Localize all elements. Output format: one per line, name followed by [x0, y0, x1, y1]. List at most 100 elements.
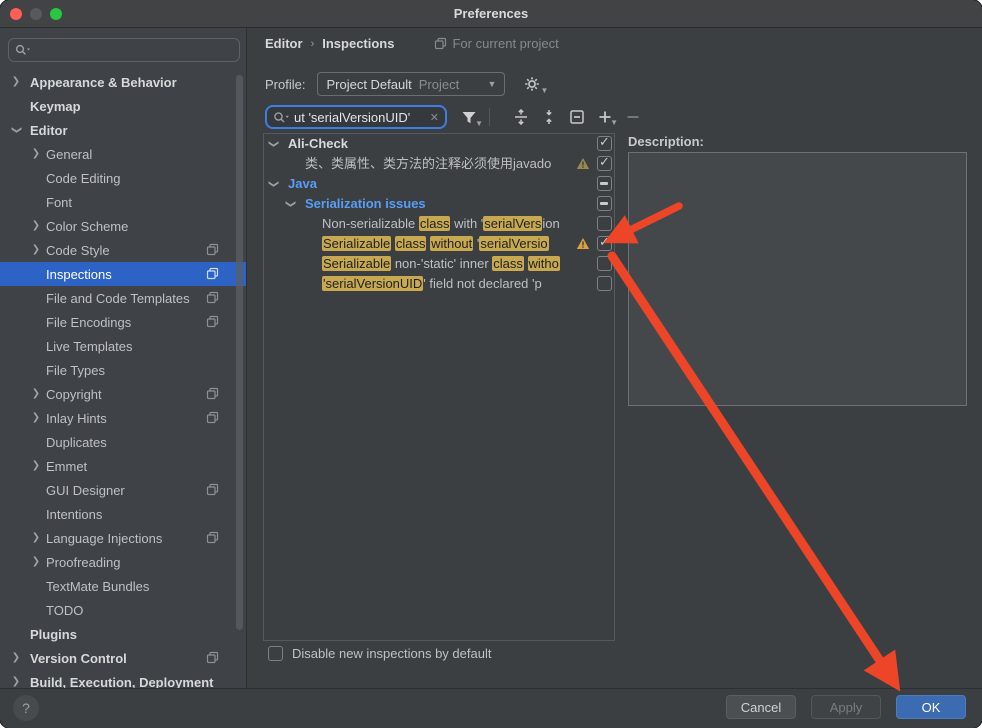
add-inspection-button[interactable]: ▼ — [598, 110, 612, 124]
sidebar-item-emmet[interactable]: ❯Emmet — [0, 454, 246, 478]
sidebar-item-textmate-bundles[interactable]: TextMate Bundles — [0, 574, 246, 598]
breadcrumb-editor[interactable]: Editor — [265, 36, 303, 51]
chevron-down-icon: ▼ — [541, 86, 549, 95]
chevron-right-icon: ❯ — [31, 533, 41, 543]
inspection-checkbox-empty[interactable] — [597, 216, 612, 231]
tree-row-group-java[interactable]: ❯Java — [264, 174, 614, 194]
sidebar-item-todo[interactable]: TODO — [0, 598, 246, 622]
sidebar-item-label: Appearance & Behavior — [30, 75, 177, 90]
inspection-label: Serializable non-'static' inner class wi… — [322, 254, 572, 274]
sidebar-item-language-injections[interactable]: ❯ Language Injections — [0, 526, 246, 550]
collapse-all-button[interactable] — [541, 109, 557, 125]
per-project-icon — [206, 651, 219, 664]
sidebar-item-intentions[interactable]: Intentions — [0, 502, 246, 526]
chevron-down-icon: ❯ — [268, 139, 278, 149]
tree-row-insp-serializable-class-without-uid[interactable]: Serializable class without 'serialVersio — [264, 234, 614, 254]
inspections-page: Editor › Inspections For current project… — [247, 28, 982, 688]
sidebar-item-appearance-behavior[interactable]: ❯ Appearance & Behavior — [0, 70, 246, 94]
sidebar-item-version-control[interactable]: ❯Version Control — [0, 646, 246, 670]
sidebar-item-label: TODO — [46, 603, 83, 618]
chevron-right-icon: ❯ — [31, 557, 41, 567]
sidebar-item-label: Code Editing — [46, 171, 120, 186]
sidebar-item-inlay-hints[interactable]: ❯Inlay Hints — [0, 406, 246, 430]
sidebar-item-label: Code Style — [46, 243, 110, 258]
sidebar-item-font[interactable]: Font — [0, 190, 246, 214]
chevron-down-icon: ▼ — [610, 118, 618, 127]
expand-all-button[interactable] — [513, 109, 529, 125]
per-project-icon — [206, 483, 219, 496]
disable-new-inspections-checkbox[interactable] — [268, 646, 283, 661]
profile-scope-hint: Project — [419, 77, 459, 92]
dialog-footer: ? Cancel Apply OK — [0, 688, 982, 728]
remove-inspection-button[interactable] — [626, 110, 640, 124]
sidebar-item-label: Editor — [30, 123, 68, 138]
disable-new-inspections-label: Disable new inspections by default — [292, 646, 491, 661]
sidebar-item-plugins[interactable]: Plugins — [0, 622, 246, 646]
inspection-checkbox-dash[interactable] — [597, 196, 612, 211]
inspection-checkbox-checked[interactable] — [597, 156, 612, 171]
settings-search-input[interactable] — [8, 38, 240, 62]
per-project-icon — [206, 387, 219, 400]
inspection-checkbox-empty[interactable] — [597, 256, 612, 271]
inspection-label: Serialization issues — [305, 194, 572, 214]
sidebar-item-label: General — [46, 147, 92, 162]
inspections-search-input[interactable]: ut 'serialVersionUID' ✕ — [265, 105, 447, 129]
sidebar-item-build-execution-deployment[interactable]: ❯Build, Execution, Deployment — [0, 670, 246, 688]
sidebar-item-file-types[interactable]: File Types — [0, 358, 246, 382]
window-title: Preferences — [0, 6, 982, 21]
chevron-down-icon: ❯ — [11, 125, 21, 135]
apply-button[interactable]: Apply — [811, 695, 881, 719]
help-button[interactable]: ? — [13, 695, 39, 721]
sidebar-item-code-editing[interactable]: Code Editing — [0, 166, 246, 190]
cancel-button[interactable]: Cancel — [726, 695, 796, 719]
profile-row: Profile: Project Default Project ▼ ▼ — [265, 72, 541, 96]
inspection-checkbox-checked[interactable] — [597, 136, 612, 151]
inspection-checkbox-dash[interactable] — [597, 176, 612, 191]
inspection-checkbox-checked[interactable] — [597, 236, 612, 251]
sidebar-item-code-style[interactable]: ❯Code Style — [0, 238, 246, 262]
sidebar-item-label: Build, Execution, Deployment — [30, 675, 213, 689]
filter-button[interactable]: ▼ — [461, 110, 477, 125]
ok-button[interactable]: OK — [896, 695, 966, 719]
expand-all-icon — [513, 109, 529, 125]
sidebar-item-keymap[interactable]: Keymap — [0, 94, 246, 118]
description-panel — [628, 152, 967, 406]
sidebar-item-general[interactable]: ❯General — [0, 142, 246, 166]
sidebar-item-label: Intentions — [46, 507, 102, 522]
tree-row-insp-javadoc-comment[interactable]: 类、类属性、类方法的注释必须使用javado — [264, 154, 614, 174]
sidebar-item-duplicates[interactable]: Duplicates — [0, 430, 246, 454]
sidebar-item-live-templates[interactable]: Live Templates — [0, 334, 246, 358]
clear-search-icon[interactable]: ✕ — [430, 111, 439, 124]
sidebar-item-label: Inlay Hints — [46, 411, 107, 426]
chevron-right-icon: ❯ — [31, 389, 41, 399]
search-icon — [15, 44, 31, 56]
tree-row-insp-uid-not-declared[interactable]: 'serialVersionUID' field not declared 'p — [264, 274, 614, 294]
sidebar-scrollbar[interactable] — [236, 75, 243, 630]
breadcrumb: Editor › Inspections For current project — [265, 36, 559, 51]
sidebar-item-label: File Types — [46, 363, 105, 378]
sidebar-item-gui-designer[interactable]: GUI Designer — [0, 478, 246, 502]
tree-row-insp-serializable-inner-class[interactable]: Serializable non-'static' inner class wi… — [264, 254, 614, 274]
tree-row-group-serialization-issues[interactable]: ❯Serialization issues — [264, 194, 614, 214]
inspection-checkbox-empty[interactable] — [597, 276, 612, 291]
tree-row-insp-non-serializable-class[interactable]: Non-serializable class with 'serialVersi… — [264, 214, 614, 234]
sidebar-item-file-and-code-templates[interactable]: File and Code Templates — [0, 286, 246, 310]
sidebar-item-file-encodings[interactable]: File Encodings — [0, 310, 246, 334]
sidebar-item-inspections[interactable]: Inspections — [0, 262, 246, 286]
sidebar-item-label: TextMate Bundles — [46, 579, 149, 594]
chevron-right-icon: ❯ — [11, 77, 21, 87]
toolbar-divider — [489, 108, 490, 126]
breadcrumb-inspections: Inspections — [322, 36, 394, 51]
profile-select[interactable]: Project Default Project ▼ — [317, 72, 505, 96]
sidebar-item-label: Copyright — [46, 387, 102, 402]
sidebar-item-editor[interactable]: ❯ Editor — [0, 118, 246, 142]
sidebar-item-proofreading[interactable]: ❯Proofreading — [0, 550, 246, 574]
sidebar-item-color-scheme[interactable]: ❯Color Scheme — [0, 214, 246, 238]
reset-inspection-button[interactable] — [569, 109, 585, 125]
tree-row-group-ali-check[interactable]: ❯Ali-Check — [264, 134, 614, 154]
profile-actions-button[interactable]: ▼ — [523, 75, 541, 93]
inspection-label: 'serialVersionUID' field not declared 'p — [322, 274, 572, 294]
sidebar-item-copyright[interactable]: ❯ Copyright — [0, 382, 246, 406]
chevron-right-icon: ❯ — [11, 653, 21, 663]
sidebar-item-label: Language Injections — [46, 531, 162, 546]
